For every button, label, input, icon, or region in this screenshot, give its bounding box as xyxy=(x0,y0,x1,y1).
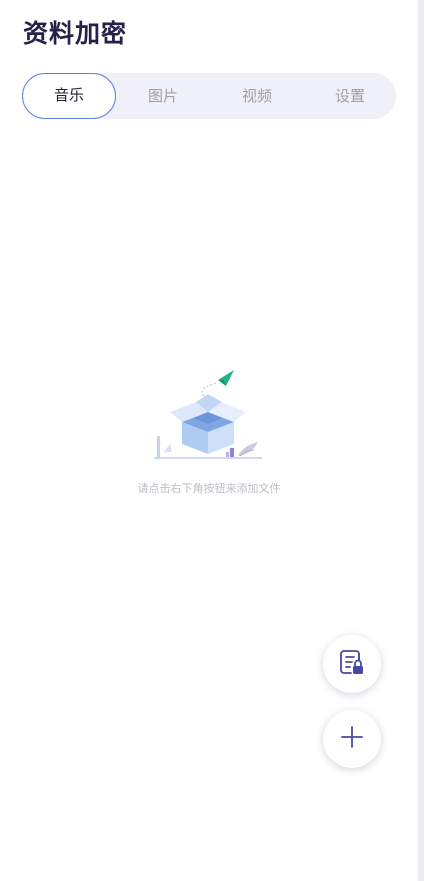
plus-icon xyxy=(340,725,364,753)
page-title: 资料加密 xyxy=(23,19,128,48)
tab-videos-label: 视频 xyxy=(241,87,272,105)
tab-music[interactable]: 音乐 xyxy=(22,73,116,119)
add-file-button[interactable] xyxy=(323,710,381,768)
tab-images[interactable]: 图片 xyxy=(116,73,210,119)
tab-images-label: 图片 xyxy=(147,87,178,105)
tab-settings-label: 设置 xyxy=(334,87,365,105)
document-lock-icon xyxy=(338,648,366,680)
scrollbar-track[interactable] xyxy=(418,0,424,881)
category-tab-bar: 音乐 图片 视频 设置 xyxy=(22,73,396,119)
tab-settings[interactable]: 设置 xyxy=(304,73,396,119)
encrypted-files-button[interactable] xyxy=(323,635,381,693)
empty-state-message: 请点击右下角按钮来添加文件 xyxy=(137,482,281,495)
empty-box-paper-plane-icon xyxy=(150,366,270,466)
tab-videos[interactable]: 视频 xyxy=(210,73,304,119)
app-screen: 资料加密 音乐 图片 视频 设置 请点击右下角按钮来添加文件 xyxy=(0,0,418,881)
tab-music-label: 音乐 xyxy=(53,86,84,104)
